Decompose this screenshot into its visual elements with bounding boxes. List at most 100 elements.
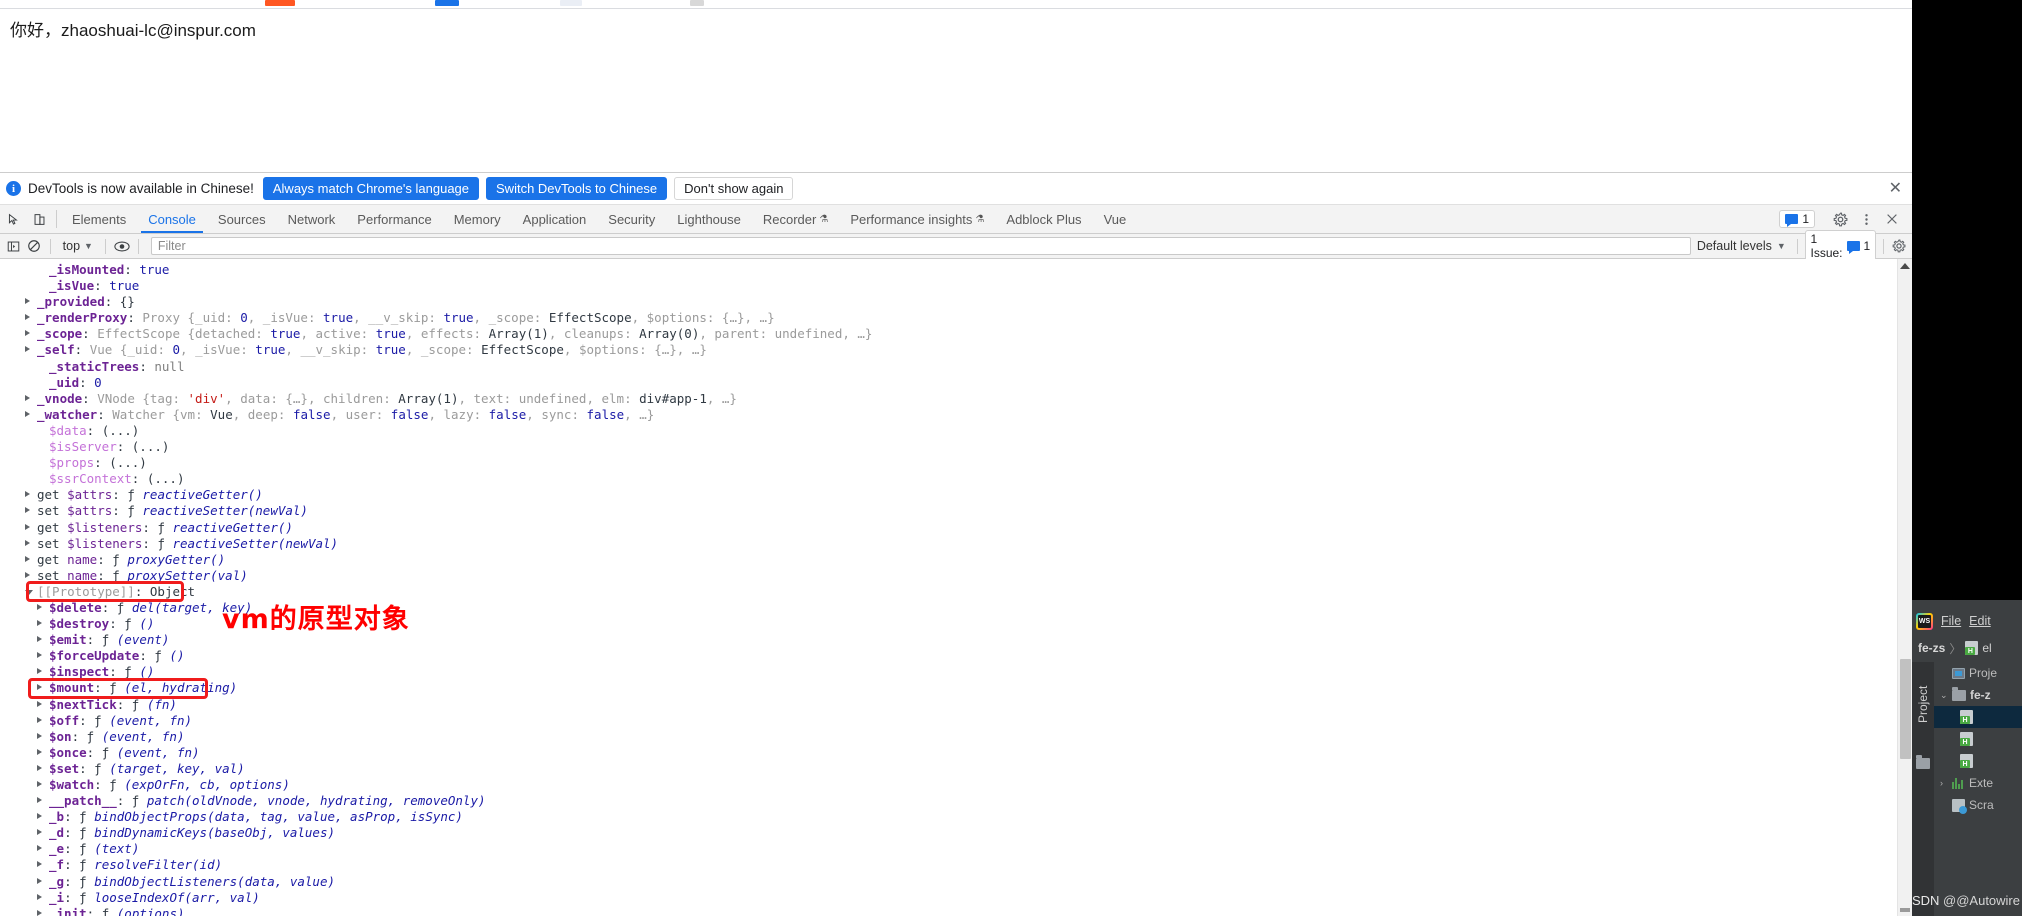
console-log-line[interactable]: $off: ƒ (event, fn) xyxy=(0,713,1912,729)
console-log-line[interactable]: _b: ƒ bindObjectProps(data, tag, value, … xyxy=(0,809,1912,825)
project-tree-header[interactable]: Proje xyxy=(1934,662,2022,684)
console-log-line[interactable]: $mount: ƒ (el, hydrating) xyxy=(0,680,1912,696)
console-log-line[interactable]: $watch: ƒ (expOrFn, cb, options) xyxy=(0,777,1912,793)
disclosure-triangle-icon[interactable] xyxy=(37,652,42,659)
disclosure-triangle-icon[interactable] xyxy=(25,555,30,562)
tab-sources[interactable]: Sources xyxy=(207,205,277,233)
disclosure-triangle-icon[interactable] xyxy=(25,507,30,514)
disclosure-triangle-icon[interactable] xyxy=(37,748,42,755)
console-log-line[interactable]: _i: ƒ looseIndexOf(arr, val) xyxy=(0,890,1912,906)
disclosure-triangle-icon[interactable] xyxy=(25,314,30,321)
disclosure-triangle-icon[interactable] xyxy=(37,684,42,691)
console-scrollbar[interactable] xyxy=(1897,259,1912,916)
kebab-menu-icon[interactable] xyxy=(1854,207,1878,231)
message-count-badge[interactable]: 1 xyxy=(1779,210,1815,228)
bookmark-chip[interactable] xyxy=(690,0,704,6)
live-expression-icon[interactable] xyxy=(113,240,131,253)
breadcrumb-file[interactable]: el xyxy=(1982,641,1991,655)
tree-item-external-libraries[interactable]: › Exte xyxy=(1934,772,2022,794)
console-filter-input[interactable] xyxy=(150,237,1691,255)
tree-item-html-file[interactable] xyxy=(1934,706,2022,728)
console-log-line[interactable]: _watcher: Watcher {vm: Vue, deep: false,… xyxy=(0,407,1912,423)
console-log-line[interactable]: $once: ƒ (event, fn) xyxy=(0,745,1912,761)
tab-console[interactable]: Console xyxy=(137,205,207,233)
console-log-line[interactable]: $isServer: (...) xyxy=(0,439,1912,455)
scrollbar-thumb[interactable] xyxy=(1900,659,1911,759)
disclosure-triangle-icon[interactable] xyxy=(37,636,42,643)
clear-console-icon[interactable] xyxy=(24,239,42,253)
disclosure-triangle-icon[interactable] xyxy=(25,394,30,401)
tree-item-html-file[interactable] xyxy=(1934,728,2022,750)
device-toolbar-icon[interactable] xyxy=(26,205,52,233)
tool-window-project-label[interactable]: Project xyxy=(1916,671,1930,723)
console-log-line[interactable]: [[Prototype]]: Object xyxy=(0,584,1912,600)
console-log-line[interactable]: $on: ƒ (event, fn) xyxy=(0,729,1912,745)
disclosure-triangle-icon[interactable] xyxy=(37,668,42,675)
disclosure-triangle-icon[interactable] xyxy=(37,700,42,707)
console-log-line[interactable]: _d: ƒ bindDynamicKeys(baseObj, values) xyxy=(0,825,1912,841)
disclosure-triangle-icon[interactable] xyxy=(37,893,42,900)
console-log-line[interactable]: $props: (...) xyxy=(0,455,1912,471)
console-log-line[interactable]: set name: ƒ proxySetter(val) xyxy=(0,568,1912,584)
console-log-line[interactable]: _init: ƒ (options) xyxy=(0,906,1912,916)
console-log-line[interactable]: get $attrs: ƒ reactiveGetter() xyxy=(0,487,1912,503)
breadcrumb-project[interactable]: fe-zs xyxy=(1918,641,1945,655)
disclosure-triangle-icon[interactable] xyxy=(37,877,42,884)
console-log-line[interactable]: $set: ƒ (target, key, val) xyxy=(0,761,1912,777)
disclosure-triangle-icon[interactable] xyxy=(37,603,42,610)
disclosure-triangle-icon[interactable] xyxy=(25,410,30,417)
console-log-line[interactable]: _vnode: VNode {tag: 'div', data: {…}, ch… xyxy=(0,391,1912,407)
menu-edit[interactable]: Edit xyxy=(1969,614,1991,628)
dont-show-again-button[interactable]: Don't show again xyxy=(674,177,794,200)
console-log-line[interactable]: _isMounted: true xyxy=(0,262,1912,278)
console-log-line[interactable]: _uid: 0 xyxy=(0,375,1912,391)
tree-item-scratches[interactable]: Scra xyxy=(1934,794,2022,816)
tree-item-html-file[interactable] xyxy=(1934,750,2022,772)
console-log-line[interactable]: $data: (...) xyxy=(0,423,1912,439)
tab-network[interactable]: Network xyxy=(277,205,347,233)
console-log-line[interactable]: _renderProxy: Proxy {_uid: 0, _isVue: tr… xyxy=(0,310,1912,326)
scroll-up-arrow-icon[interactable] xyxy=(1900,263,1910,269)
disclosure-triangle-icon[interactable] xyxy=(37,716,42,723)
issues-badge[interactable]: 1 Issue: 1 xyxy=(1804,230,1877,262)
tab-recorder[interactable]: Recorder ⚗ xyxy=(752,205,839,233)
scroll-down-arrow-icon[interactable] xyxy=(1900,908,1910,912)
console-log-line[interactable]: get name: ƒ proxyGetter() xyxy=(0,552,1912,568)
close-devtools-icon[interactable] xyxy=(1880,207,1904,231)
console-log-line[interactable]: $nextTick: ƒ (fn) xyxy=(0,697,1912,713)
console-log-line[interactable]: _e: ƒ (text) xyxy=(0,841,1912,857)
disclosure-triangle-icon[interactable] xyxy=(37,909,42,916)
disclosure-triangle-icon[interactable] xyxy=(37,732,42,739)
console-log-line[interactable]: _isVue: true xyxy=(0,278,1912,294)
disclosure-triangle-icon[interactable] xyxy=(37,764,42,771)
tab-performance-insights[interactable]: Performance insights ⚗ xyxy=(839,205,995,233)
console-log-line[interactable]: $forceUpdate: ƒ () xyxy=(0,648,1912,664)
log-level-select[interactable]: Default levels ▼ xyxy=(1693,239,1790,253)
console-output[interactable]: _isMounted: true _isVue: true _provided: {… xyxy=(0,259,1912,916)
console-log-line[interactable]: _g: ƒ bindObjectListeners(data, value) xyxy=(0,874,1912,890)
console-log-line[interactable]: _provided: {} xyxy=(0,294,1912,310)
disclosure-triangle-icon[interactable] xyxy=(25,298,30,305)
disclosure-triangle-icon[interactable] xyxy=(37,797,42,804)
inspect-element-icon[interactable] xyxy=(0,205,26,233)
console-log-line[interactable]: $inspect: ƒ () xyxy=(0,664,1912,680)
disclosure-triangle-icon[interactable] xyxy=(25,571,30,578)
tab-lighthouse[interactable]: Lighthouse xyxy=(666,205,752,233)
gear-icon[interactable] xyxy=(1828,207,1852,231)
disclosure-triangle-icon[interactable] xyxy=(25,330,30,337)
disclosure-triangle-icon[interactable] xyxy=(25,491,30,498)
always-match-language-button[interactable]: Always match Chrome's language xyxy=(262,177,480,200)
menu-file[interactable]: File xyxy=(1941,614,1961,628)
disclosure-triangle-icon[interactable] xyxy=(25,346,30,353)
console-log-line[interactable]: _scope: EffectScope {detached: true, act… xyxy=(0,326,1912,342)
console-log-line[interactable]: get $listeners: ƒ reactiveGetter() xyxy=(0,520,1912,536)
console-log-line[interactable]: _staticTrees: null xyxy=(0,359,1912,375)
disclosure-triangle-icon[interactable] xyxy=(37,781,42,787)
close-icon[interactable]: ✕ xyxy=(1889,180,1902,197)
console-sidebar-icon[interactable] xyxy=(4,240,22,253)
disclosure-triangle-icon[interactable] xyxy=(37,861,42,868)
disclosure-triangle-open-icon[interactable] xyxy=(25,589,33,595)
disclosure-triangle-icon[interactable] xyxy=(25,539,30,546)
disclosure-triangle-icon[interactable] xyxy=(37,620,42,627)
tab-adblock-plus[interactable]: Adblock Plus xyxy=(995,205,1092,233)
